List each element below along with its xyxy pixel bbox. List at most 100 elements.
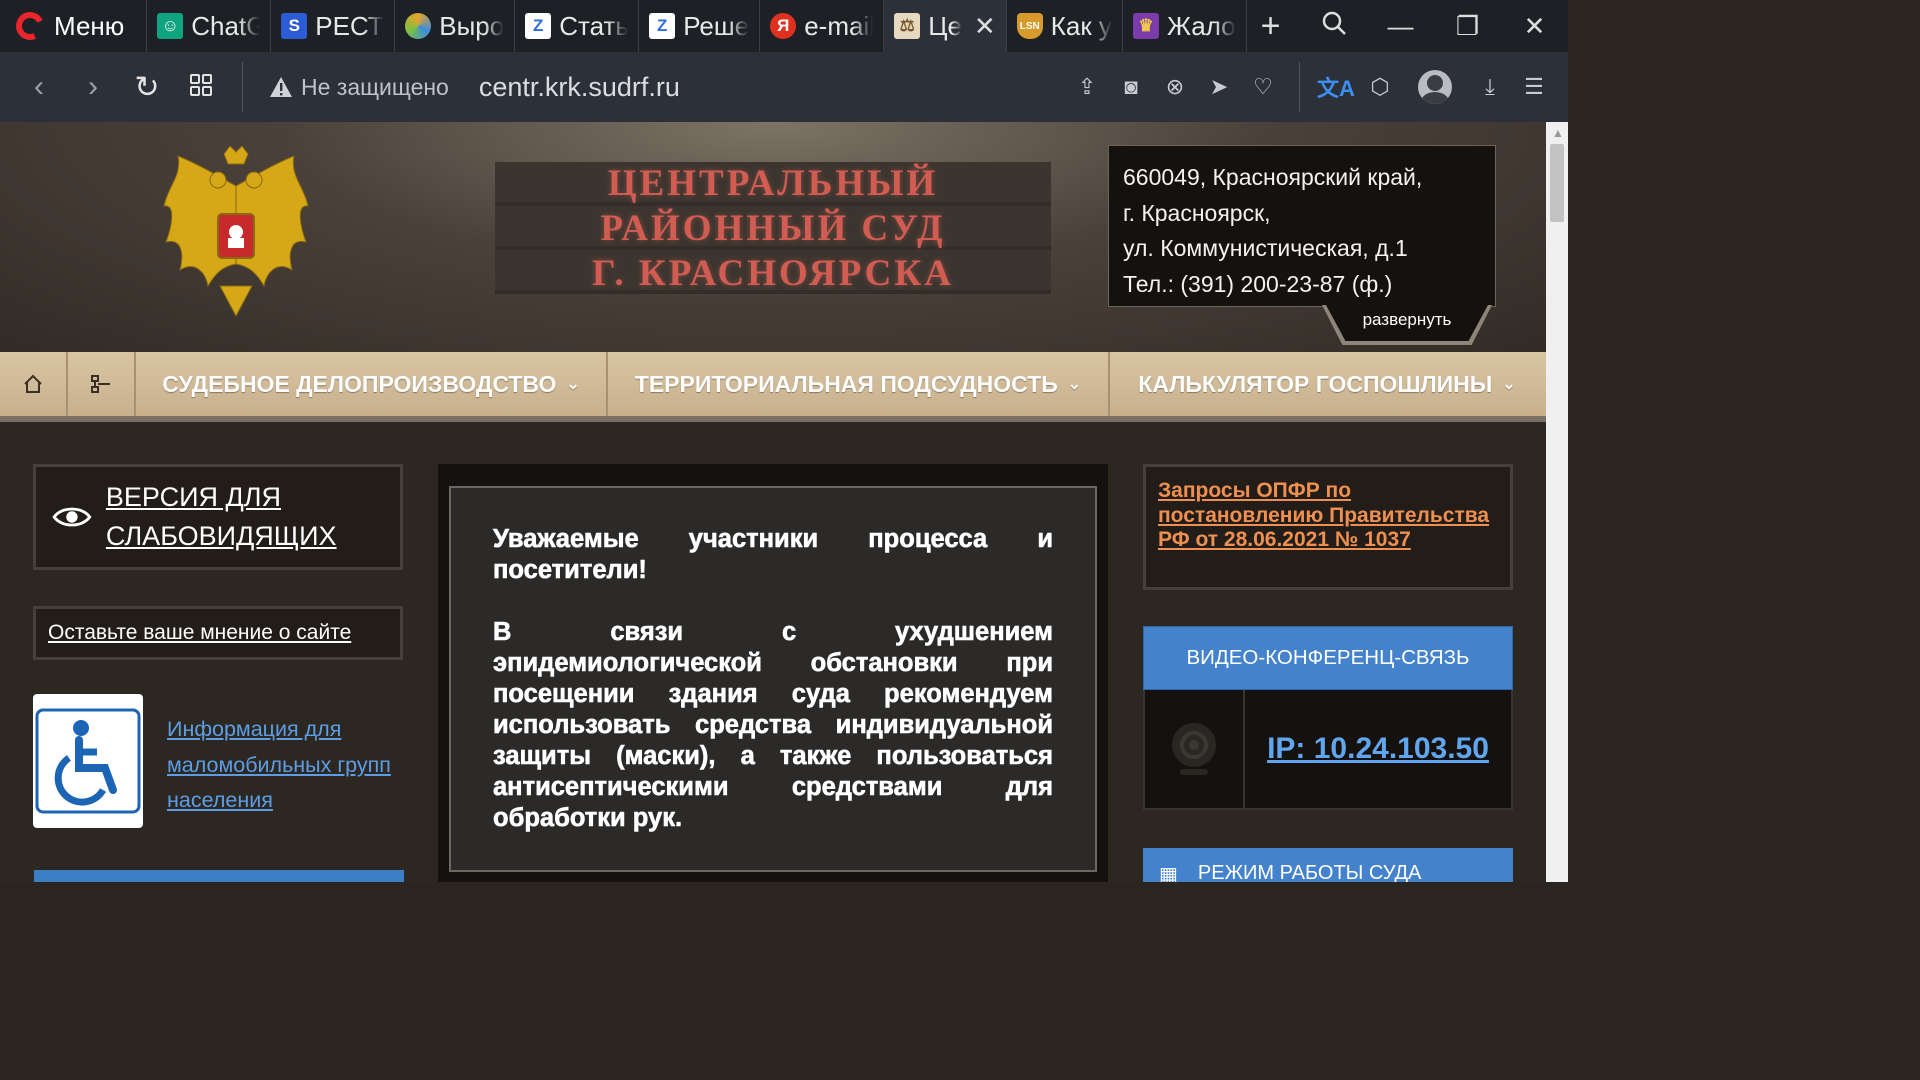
tab-label: Как у [1050, 10, 1112, 41]
tab-label: Це [928, 10, 962, 41]
nav-item-case-management[interactable]: СУДЕБНОЕ ДЕЛОПРОИЗВОДСТВО ⌄ [136, 352, 608, 416]
send-icon[interactable]: ➤ [1197, 74, 1241, 100]
translate-icon[interactable]: 文A [1314, 71, 1358, 103]
camera-icon[interactable]: ◙ [1109, 74, 1153, 100]
tab-label: Жало [1166, 10, 1236, 41]
robot-icon: ☺ [157, 13, 184, 39]
vcs-title: ВИДЕО-КОНФЕРЕНЦ-СВЯЗЬ [1143, 626, 1513, 690]
tab-email[interactable]: Я e-mail [759, 0, 883, 52]
vcs-ip-link[interactable]: IP: 10.24.103.50 [1245, 690, 1511, 808]
right-column: Запросы ОПФР по постановлению Правительс… [1143, 464, 1513, 882]
opera-logo-icon [12, 8, 48, 44]
z-icon: Z [649, 13, 676, 39]
menu-button[interactable]: Меню [0, 0, 146, 52]
z-icon: Z [525, 13, 552, 39]
extensions-cube-icon[interactable]: ⬡ [1358, 74, 1402, 100]
opfr-link[interactable]: Запросы ОПФР по постановлению Правительс… [1158, 479, 1489, 551]
restore-icon[interactable]: ❐ [1434, 11, 1501, 42]
tab-zhalo[interactable]: ♛ Жало [1121, 0, 1246, 52]
reload-icon[interactable]: ↻ [120, 70, 174, 105]
visually-impaired-link[interactable]: ВЕРСИЯ ДЛЯ СЛАБОВИДЯЩИХ [106, 478, 400, 556]
separator [242, 62, 243, 112]
nav-label: КАЛЬКУЛЯТОР ГОСПОШЛИНЫ [1138, 370, 1493, 397]
easy-setup-icon[interactable]: ☰ [1512, 74, 1556, 100]
toolbar-icons: ⇪ ◙ ⊗ ➤ ♡ 文A ⬡ ⤓ ☰ [1065, 62, 1568, 112]
shield-icon: LSN [1016, 13, 1043, 39]
warning-icon [270, 77, 292, 97]
tab-reshe[interactable]: Z Реше [638, 0, 759, 52]
chevron-down-icon: ⌄ [1067, 376, 1082, 393]
tab-vyro[interactable]: Выро [394, 0, 514, 52]
address-line: ул. Коммунистическая, д.1 [1123, 235, 1408, 261]
close-window-icon[interactable]: ✕ [1501, 11, 1568, 42]
minimize-icon[interactable]: — [1367, 11, 1434, 42]
forward-icon[interactable]: › [66, 70, 120, 104]
low-mobility-info-link[interactable]: Информация для маломобильных групп насел… [167, 712, 403, 828]
address-bar: ‹ › ↻ Не защищено centr.krk.sudrf.ru ⇪ ◙… [0, 52, 1568, 122]
accessibility-block: Информация для маломобильных групп насел… [33, 694, 403, 828]
home-icon[interactable] [0, 352, 68, 416]
tab-label: Стать [559, 10, 629, 41]
title-line: ЦЕНТРАЛЬНЫЙ [607, 162, 939, 204]
address-line: г. Красноярск, [1123, 199, 1271, 226]
security-indicator[interactable]: Не защищено [269, 74, 449, 101]
tab-bar: Меню ☺ ChatGPT S РЕСТАРТ Выро Z Стать Z … [0, 0, 1568, 52]
visually-impaired-box[interactable]: ВЕРСИЯ ДЛЯ СЛАБОВИДЯЩИХ [33, 464, 403, 570]
nav-item-fee-calculator[interactable]: КАЛЬКУЛЯТОР ГОСПОШЛИНЫ ⌄ [1110, 352, 1544, 416]
profile-avatar-icon[interactable] [1418, 70, 1452, 104]
adblock-icon[interactable]: ⊗ [1153, 74, 1197, 100]
nav-label: ТЕРРИТОРИАЛЬНАЯ ПОДСУДНОСТЬ [634, 370, 1058, 397]
chevron-down-icon: ⌄ [1502, 376, 1516, 393]
notice-box: Уважаемые участники процесса и посетител… [449, 486, 1097, 872]
eye-icon [52, 507, 92, 527]
opinion-link[interactable]: Оставьте ваше мнение о сайте [48, 621, 351, 645]
expand-button[interactable]: развернуть [1326, 305, 1488, 341]
sitemap-icon[interactable] [68, 352, 136, 416]
wheelchair-icon[interactable] [33, 694, 143, 828]
new-tab-button[interactable]: + [1245, 0, 1295, 52]
coat-of-arms-icon [163, 146, 309, 316]
tab-grid-icon[interactable] [174, 70, 228, 104]
tab-chatgpt[interactable]: ☺ ChatGPT [146, 0, 270, 52]
page-content: ЦЕНТРАЛЬНЫЙ РАЙОННЫЙ СУД Г. КРАСНОЯРСКА … [0, 122, 1546, 882]
center-column: Уважаемые участники процесса и посетител… [438, 464, 1108, 882]
tab-restart[interactable]: S РЕСТАРТ [270, 0, 394, 52]
yandex-icon: Я [770, 13, 797, 39]
opinion-box: Оставьте ваше мнение о сайте [33, 606, 403, 660]
window-controls: — ❐ ✕ [1300, 10, 1568, 43]
back-icon[interactable]: ‹ [12, 70, 66, 104]
scroll-up-icon[interactable]: ▲ [1552, 126, 1564, 140]
tab-active-court[interactable]: ⚖ Це ✕ [883, 0, 1006, 52]
close-tab-icon[interactable]: ✕ [974, 11, 996, 42]
download-icon[interactable]: ⤓ [1468, 74, 1512, 100]
court-hours-header[interactable]: ▦ РЕЖИМ РАБОТЫ СУДА [1143, 848, 1513, 882]
share-icon[interactable]: ⇪ [1065, 74, 1109, 100]
left-blue-panel [34, 870, 404, 882]
search-tabs-icon[interactable] [1300, 10, 1367, 43]
title-line: РАЙОННЫЙ СУД [600, 207, 946, 249]
main-nav: СУДЕБНОЕ ДЕЛОПРОИЗВОДСТВО ⌄ ТЕРРИТОРИАЛЬН… [0, 352, 1546, 422]
tab-stat[interactable]: Z Стать [514, 0, 638, 52]
site-header: ЦЕНТРАЛЬНЫЙ РАЙОННЫЙ СУД Г. КРАСНОЯРСКА … [0, 122, 1546, 354]
court-hours-title: РЕЖИМ РАБОТЫ СУДА [1197, 862, 1422, 882]
scales-icon: ⚖ [894, 13, 921, 39]
left-column: ВЕРСИЯ ДЛЯ СЛАБОВИДЯЩИХ Оставьте ваше мн… [33, 464, 403, 828]
tab-kak[interactable]: LSN Как у [1005, 0, 1122, 52]
heart-icon[interactable]: ♡ [1241, 74, 1285, 100]
tab-label: Выро [439, 10, 505, 41]
s-icon: S [281, 13, 308, 39]
title-line: Г. КРАСНОЯРСКА [592, 252, 954, 294]
page-scrollbar[interactable]: ▲ [1546, 122, 1568, 882]
url-field[interactable]: centr.krk.sudrf.ru [479, 72, 680, 103]
contact-box: 660049, Красноярский край, г. Красноярск… [1108, 145, 1496, 307]
insecure-label: Не защищено [301, 73, 449, 100]
notice-body: В связи с ухудшением эпидемиологической … [493, 618, 1054, 833]
eagle-icon: ♛ [1132, 13, 1159, 39]
nav-label: СУДЕБНОЕ ДЕЛОПРОИЗВОДСТВО [162, 370, 557, 397]
address-line: 660049, Красноярский край, [1123, 164, 1423, 190]
scrollbar-thumb[interactable] [1550, 144, 1564, 222]
vcs-panel: IP: 10.24.103.50 [1143, 690, 1513, 810]
menu-label: Меню [54, 10, 125, 41]
separator [1299, 62, 1300, 112]
nav-item-jurisdiction[interactable]: ТЕРРИТОРИАЛЬНАЯ ПОДСУДНОСТЬ ⌄ [608, 352, 1110, 416]
